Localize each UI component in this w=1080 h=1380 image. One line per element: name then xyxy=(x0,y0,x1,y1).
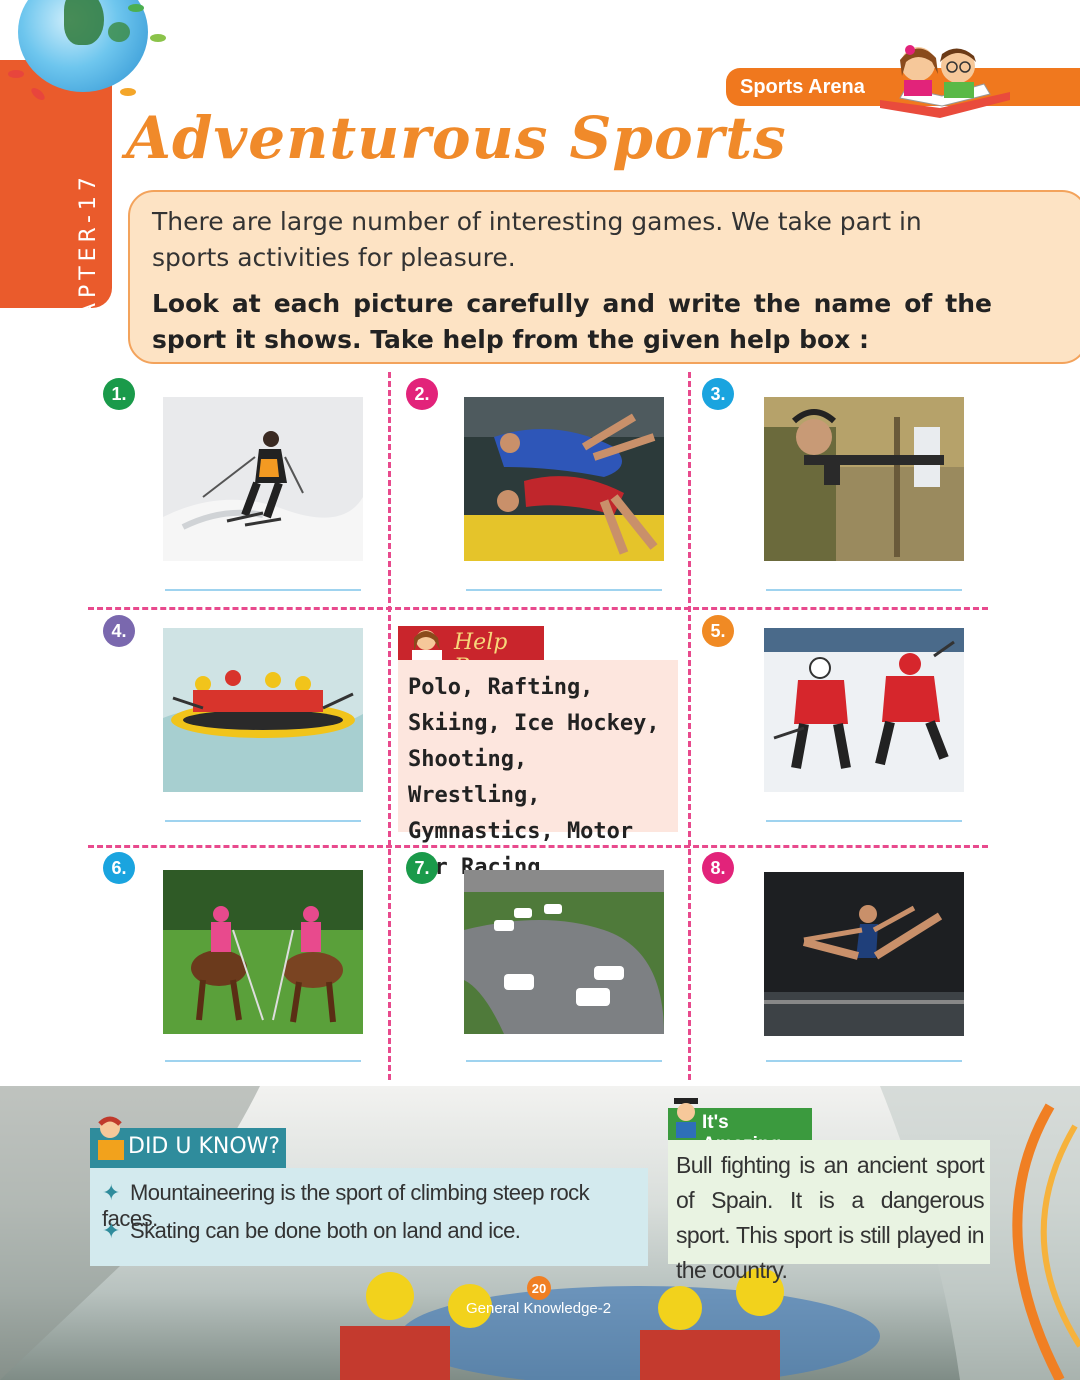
star-bullet-icon: ✦ xyxy=(102,1218,120,1243)
item-number-badge: 6. xyxy=(103,852,135,884)
intro-box: There are large number of interesting ga… xyxy=(128,190,1080,364)
shooting-picture xyxy=(764,397,964,561)
reading-kids-illustration xyxy=(880,45,1010,118)
book-name: General Knowledge-2 xyxy=(466,1300,612,1317)
boy-graduate-icon xyxy=(674,1098,698,1138)
gymnastics-picture xyxy=(764,872,964,1036)
item-number-badge: 4. xyxy=(103,615,135,647)
answer-line[interactable] xyxy=(165,1060,361,1062)
answer-line[interactable] xyxy=(165,589,361,591)
its-amazing-box: Bull fighting is an ancient sport of Spa… xyxy=(668,1140,990,1283)
answer-line[interactable] xyxy=(466,1060,662,1062)
did-you-know-header: DID U KNOW? xyxy=(90,1116,286,1168)
help-box: Polo, Rafting, Skiing, Ice Hockey, Shoot… xyxy=(398,660,678,880)
item-number-badge: 7. xyxy=(406,852,438,884)
item-number-badge: 8. xyxy=(702,852,734,884)
skiing-picture xyxy=(163,397,363,561)
intro-text: There are large number of interesting ga… xyxy=(152,207,922,272)
fact-item: ✦ Skating can be done both on land and ic… xyxy=(102,1218,521,1244)
did-you-know-title: DID U KNOW? xyxy=(128,1134,281,1159)
boy-reading-icon xyxy=(98,1116,124,1160)
chapter-label: CHAPTER-17 xyxy=(76,172,101,360)
did-you-know-box: ✦ Mountaineering is the sport of climbing… xyxy=(90,1168,648,1266)
motor-car-racing-picture xyxy=(464,870,664,1034)
answer-line[interactable] xyxy=(466,589,662,591)
help-box-words: Polo, Rafting, Skiing, Ice Hockey, Shoot… xyxy=(408,675,660,880)
page-number: 20 xyxy=(527,1276,551,1300)
polo-picture xyxy=(163,870,363,1034)
leaf-decoration xyxy=(150,34,166,42)
item-number-badge: 5. xyxy=(702,615,734,647)
chapter-tab: CHAPTER-17 xyxy=(0,60,112,360)
help-box-header: Help Box xyxy=(398,626,544,680)
grid-divider xyxy=(388,372,391,1080)
fact-text: Skating can be done both on land and ice… xyxy=(129,1218,521,1243)
leaf-decoration xyxy=(8,70,24,78)
answer-line[interactable] xyxy=(766,589,962,591)
leaf-decoration xyxy=(120,88,136,96)
answer-line[interactable] xyxy=(766,820,962,822)
rafting-picture xyxy=(163,628,363,792)
task-instruction: Look at each picture carefully and write… xyxy=(152,289,992,354)
section-banner-label: Sports Arena xyxy=(740,76,865,98)
grid-divider xyxy=(88,607,988,610)
its-amazing-text: Bull fighting is an ancient sport of Spa… xyxy=(676,1152,985,1283)
star-bullet-icon: ✦ xyxy=(102,1180,120,1205)
leaf-decoration xyxy=(128,4,144,12)
answer-line[interactable] xyxy=(766,1060,962,1062)
wrestling-picture xyxy=(464,397,664,561)
item-number-badge: 3. xyxy=(702,378,734,410)
item-number-badge: 2. xyxy=(406,378,438,410)
girl-icon xyxy=(412,630,442,660)
grid-divider xyxy=(688,372,691,1080)
item-number-badge: 1. xyxy=(103,378,135,410)
its-amazing-header: It's Amazing xyxy=(668,1098,812,1155)
ice-hockey-picture xyxy=(764,628,964,792)
page-title: Adventurous Sports xyxy=(126,104,787,172)
answer-line[interactable] xyxy=(165,820,361,822)
